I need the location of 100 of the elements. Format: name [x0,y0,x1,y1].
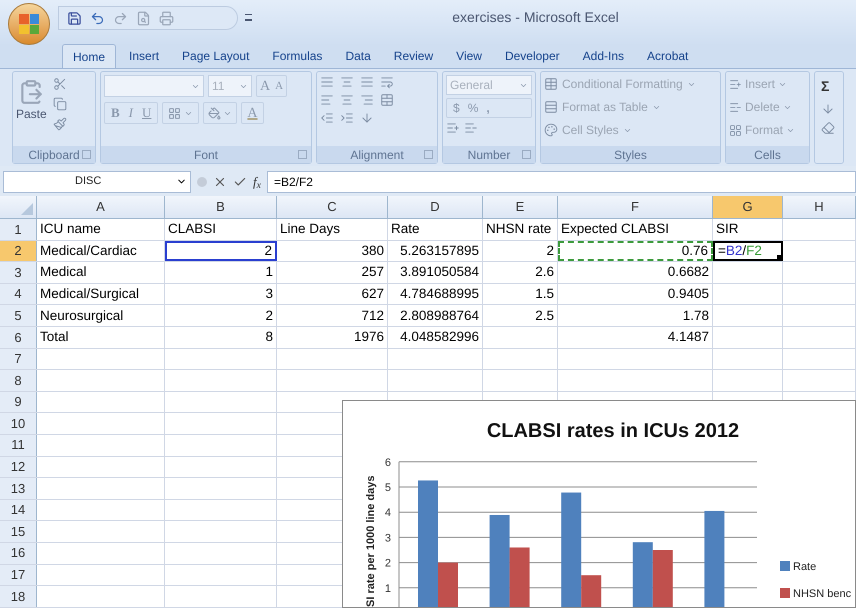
row-header[interactable]: 2 [0,240,37,262]
row-header[interactable]: 7 [0,348,37,370]
print-icon[interactable] [159,10,174,26]
office-button[interactable] [8,3,50,45]
cell-editor[interactable]: =B2/F2 [713,240,783,262]
name-box[interactable]: DISC [3,170,191,192]
table-cell: 3.891050584 [388,262,483,283]
group-label: Clipboard [28,146,80,164]
table-cell: 4.048582996 [388,326,483,348]
axis-tick-label: 1 [384,582,391,595]
table-icon [544,100,558,114]
row-header[interactable]: 16 [0,542,37,564]
clear-icon [821,121,835,135]
customize-toolbar-icon[interactable] [245,14,252,21]
formula-token: B2 [726,242,742,258]
axis-tick-label: 2 [384,558,391,570]
column-header[interactable]: D [388,196,483,218]
preview-icon[interactable] [136,10,151,26]
row-header[interactable]: 15 [0,521,37,542]
column-header[interactable]: H [783,196,856,218]
table-cell: Medical [37,262,165,283]
fill-handle[interactable] [777,255,781,260]
insert-function-button[interactable]: f$_{x}$ [253,172,261,192]
table-cell: 5.263157895 [388,240,483,262]
decrease-indent-icon [320,111,334,125]
align-middle-icon [340,75,354,89]
merge-icon [380,93,394,107]
font-name-field[interactable] [104,75,204,97]
table-cell: 3 [165,284,277,304]
row-header[interactable]: 12 [0,456,37,478]
formula-field[interactable]: =B2/F2 [266,170,856,192]
undo-icon[interactable] [90,10,105,26]
save-icon[interactable] [67,10,82,26]
dialog-launcher-icon[interactable] [424,150,433,159]
row-header[interactable]: 10 [0,413,37,434]
row-header[interactable]: 14 [0,500,37,520]
table-cell: 1976 [277,326,388,348]
cut-icon [52,77,67,91]
fill-icon [821,102,835,116]
redo-icon[interactable] [113,10,128,26]
column-header[interactable]: E [483,196,558,218]
column-header[interactable]: C [277,196,388,218]
group-label: Cells [754,146,781,164]
dialog-launcher-icon[interactable] [522,150,531,159]
borders-button[interactable] [162,102,200,124]
axis-tick-label: 6 [384,456,391,469]
paste-button[interactable]: Paste [16,75,47,131]
dialog-launcher-icon[interactable] [298,150,307,159]
row-header[interactable]: 13 [0,478,37,499]
table-cell: 0.9405 [558,284,713,304]
table-cell: Medical/Surgical [37,284,165,304]
align-right-icon [360,93,374,107]
row-header[interactable]: 5 [0,305,37,326]
autosum-button[interactable]: Σ [821,76,843,97]
ribbon-tab[interactable]: Insert [119,44,170,68]
ribbon-tab[interactable]: Data [335,44,381,68]
paint-bucket-icon [208,106,222,120]
table-cell: 2 [483,240,558,262]
ribbon-tab[interactable]: Acrobat [637,44,698,68]
table-cell: Rate [388,219,483,240]
palette-icon [544,123,558,137]
row-header[interactable]: 6 [0,326,37,348]
row-header[interactable]: 11 [0,434,37,456]
table-cell: Line Days [277,219,388,240]
row-header[interactable]: 9 [0,392,37,412]
ribbon-tab[interactable]: Add-Ins [572,44,634,68]
formula-token: F2 [746,242,762,258]
group-label: Font [194,146,218,164]
table-cell: 2.808988764 [388,305,483,326]
table-cell: 4.1487 [558,326,713,348]
ribbon-tab[interactable]: View [446,44,492,68]
formula-token: = [718,242,726,258]
row-header[interactable]: 8 [0,370,37,391]
fill-color-button[interactable] [203,102,238,124]
table-cell: SIR [713,219,783,240]
row-header[interactable]: 3 [0,262,37,283]
table-cell: Expected CLABSI [558,219,713,240]
row-header[interactable]: 17 [0,564,37,586]
format-painter-icon [52,117,67,131]
table-cell: 0.6682 [558,262,713,283]
column-header[interactable]: G [713,196,783,218]
dialog-launcher-icon[interactable] [82,150,91,159]
table-cell: 2 [165,240,277,262]
bar [652,550,673,607]
column-header[interactable]: A [37,196,165,218]
table-cell: 4.784688995 [388,284,483,304]
ribbon-tab[interactable]: Formulas [262,44,332,68]
ribbon-tab[interactable]: Page Layout [172,44,260,68]
row-header[interactable]: 4 [0,284,37,304]
table-cell: 2 [165,305,277,326]
table-cell: 257 [277,262,388,283]
wrap-text-icon [380,75,394,89]
ribbon-tab[interactable]: Review [384,44,444,68]
ribbon-tab[interactable]: Home [62,44,116,68]
row-header[interactable]: 18 [0,586,37,607]
ribbon-tab[interactable]: Developer [494,44,570,68]
row-header[interactable]: 1 [0,219,37,240]
column-header[interactable]: B [165,196,277,218]
table-cell: 0.76 [558,240,713,262]
table-cell: 627 [277,284,388,304]
